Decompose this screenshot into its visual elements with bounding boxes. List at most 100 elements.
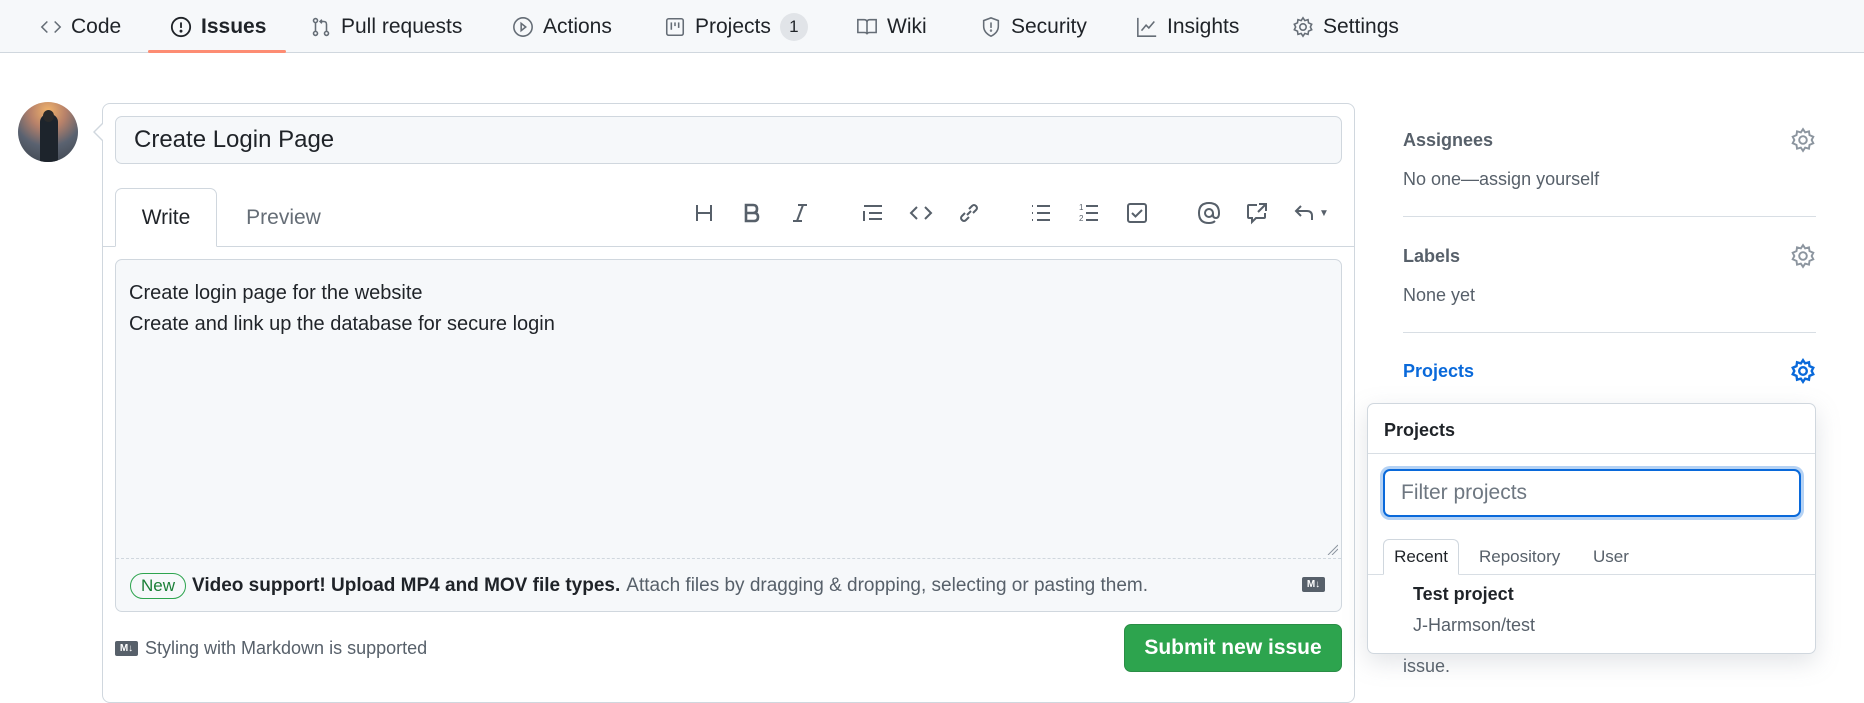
ordered-list-icon: 12 [1079,203,1098,223]
bold-button[interactable] [734,195,770,231]
assignees-gear-button[interactable] [1790,127,1816,153]
reply-button[interactable]: ▼ [1287,195,1335,231]
shield-icon [982,16,1000,37]
issue-body-editor[interactable]: Create login page for the website Create… [115,259,1342,612]
bold-icon [744,203,760,223]
form-caret-inner [95,123,104,141]
markdown-support-link[interactable]: M↓ Styling with Markdown is supported [115,638,427,659]
heading-icon [696,205,712,221]
italic-button[interactable] [782,195,818,231]
video-support-text: Video support! Upload MP4 and MOV file t… [192,575,621,596]
git-pull-request-icon [312,17,330,36]
avatar-head [43,110,54,122]
dropdown-tab-repository[interactable]: Repository [1479,539,1560,575]
mention-button[interactable] [1191,195,1227,231]
tab-settings[interactable]: Settings [1292,0,1399,53]
filter-projects-input[interactable] [1383,469,1801,517]
markdown-icon: M↓ [115,641,138,656]
tab-code-label: Code [71,14,122,38]
projects-title[interactable]: Projects [1403,361,1816,382]
quote-button[interactable] [855,195,891,231]
labels-title[interactable]: Labels [1403,246,1816,267]
code-icon [909,206,933,220]
project-title: Test project [1413,584,1514,604]
avatar[interactable] [18,102,78,162]
link-icon [960,204,978,222]
tab-settings-label: Settings [1323,14,1399,38]
tab-issues[interactable]: Issues [170,0,266,53]
code-icon [40,20,62,33]
assignees-title[interactable]: Assignees [1403,130,1816,151]
tab-preview[interactable]: Preview [226,188,341,247]
resize-handle-icon[interactable] [1326,543,1338,555]
project-list-item[interactable]: Test project J-Harmson/test [1413,584,1535,636]
projects-dropdown: Projects Recent Repository User Test pro… [1367,403,1816,654]
repo-nav: Code Issues Pull requests Actions Projec… [0,0,1864,53]
task-list-button[interactable] [1119,195,1155,231]
gear-icon [1791,358,1815,384]
active-tab-indicator [148,50,286,53]
tab-insights[interactable]: Insights [1136,0,1239,53]
heading-button[interactable] [686,195,722,231]
quote-icon [863,205,882,221]
tab-issues-label: Issues [201,14,267,38]
cross-reference-button[interactable] [1239,195,1275,231]
sidebar-projects: Projects [1403,358,1816,384]
italic-icon [793,204,807,222]
projects-gear-button[interactable] [1790,358,1816,384]
tab-insights-label: Insights [1167,14,1240,38]
sidebar-trailing-text: issue. [1403,656,1451,676]
issue-body-text[interactable]: Create login page for the website Create… [129,278,555,340]
svg-text:2: 2 [1079,214,1084,223]
dropdown-tab-recent[interactable]: Recent [1383,539,1459,575]
tab-security[interactable]: Security [980,0,1087,53]
reply-icon [1294,205,1314,220]
submit-new-issue-button[interactable]: Submit new issue [1124,624,1342,672]
issue-title-input[interactable] [115,116,1342,164]
sidebar-divider [1403,332,1816,333]
dropdown-tab-user[interactable]: User [1593,539,1629,575]
attach-divider [116,558,1341,559]
tab-actions[interactable]: Actions [512,0,612,53]
code-button[interactable] [903,195,939,231]
sidebar-divider [1403,216,1816,217]
gear-icon [1791,127,1815,153]
new-badge: New [130,573,187,599]
book-icon [857,18,877,34]
link-button[interactable] [951,195,987,231]
cross-reference-icon [1247,203,1267,225]
markdown-support-text: Styling with Markdown is supported [145,638,428,658]
projects-counter: 1 [779,12,808,41]
play-icon [513,16,533,37]
assignees-value[interactable]: No one—assign yourself [1403,169,1816,190]
project-icon [665,17,685,36]
tab-security-label: Security [1011,14,1087,38]
tab-code[interactable]: Code [40,0,121,53]
caret-down-icon: ▼ [1319,207,1329,219]
tab-write[interactable]: Write [115,188,217,247]
tab-pull-requests-label: Pull requests [341,14,463,38]
attach-files-text: Attach files by dragging & dropping, sel… [626,575,1149,596]
sidebar-assignees: Assignees No one—assign yourself [1403,127,1816,190]
tab-projects-label: Projects [695,14,771,38]
tab-wiki[interactable]: Wiki [856,0,927,53]
project-owner: J-Harmson/test [1413,615,1536,635]
unordered-list-button[interactable] [1023,195,1059,231]
labels-value: None yet [1403,285,1476,305]
tab-projects[interactable]: Projects 1 [664,0,808,53]
tab-wiki-label: Wiki [887,14,927,38]
gear-icon [1293,15,1313,38]
labels-gear-button[interactable] [1790,243,1816,269]
tab-actions-label: Actions [543,14,612,38]
tab-pull-requests[interactable]: Pull requests [310,0,462,53]
dropdown-header: Projects [1368,404,1815,454]
ordered-list-button[interactable]: 12 [1071,195,1107,231]
svg-text:1: 1 [1079,203,1084,212]
file-attach-bar[interactable]: New Video support! Upload MP4 and MOV fi… [130,573,1148,599]
mention-icon [1197,201,1221,225]
task-list-icon [1127,203,1147,223]
markdown-icon[interactable]: M↓ [1302,577,1325,592]
sidebar-labels: Labels None yet [1403,243,1816,306]
issue-opened-icon [170,16,192,37]
gear-icon [1791,243,1815,269]
